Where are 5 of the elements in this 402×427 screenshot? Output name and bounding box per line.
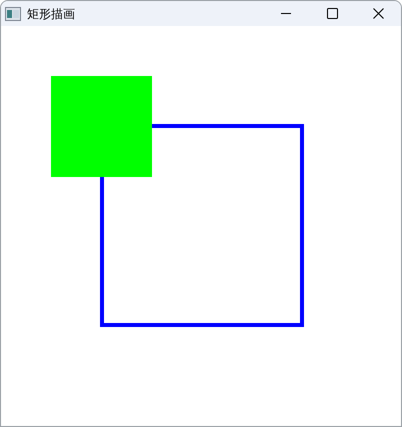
window-title: 矩形描画: [27, 6, 75, 22]
maximize-icon: [326, 8, 338, 19]
app-icon: [5, 6, 21, 20]
close-icon: [372, 8, 384, 19]
minimize-icon: [281, 12, 291, 14]
